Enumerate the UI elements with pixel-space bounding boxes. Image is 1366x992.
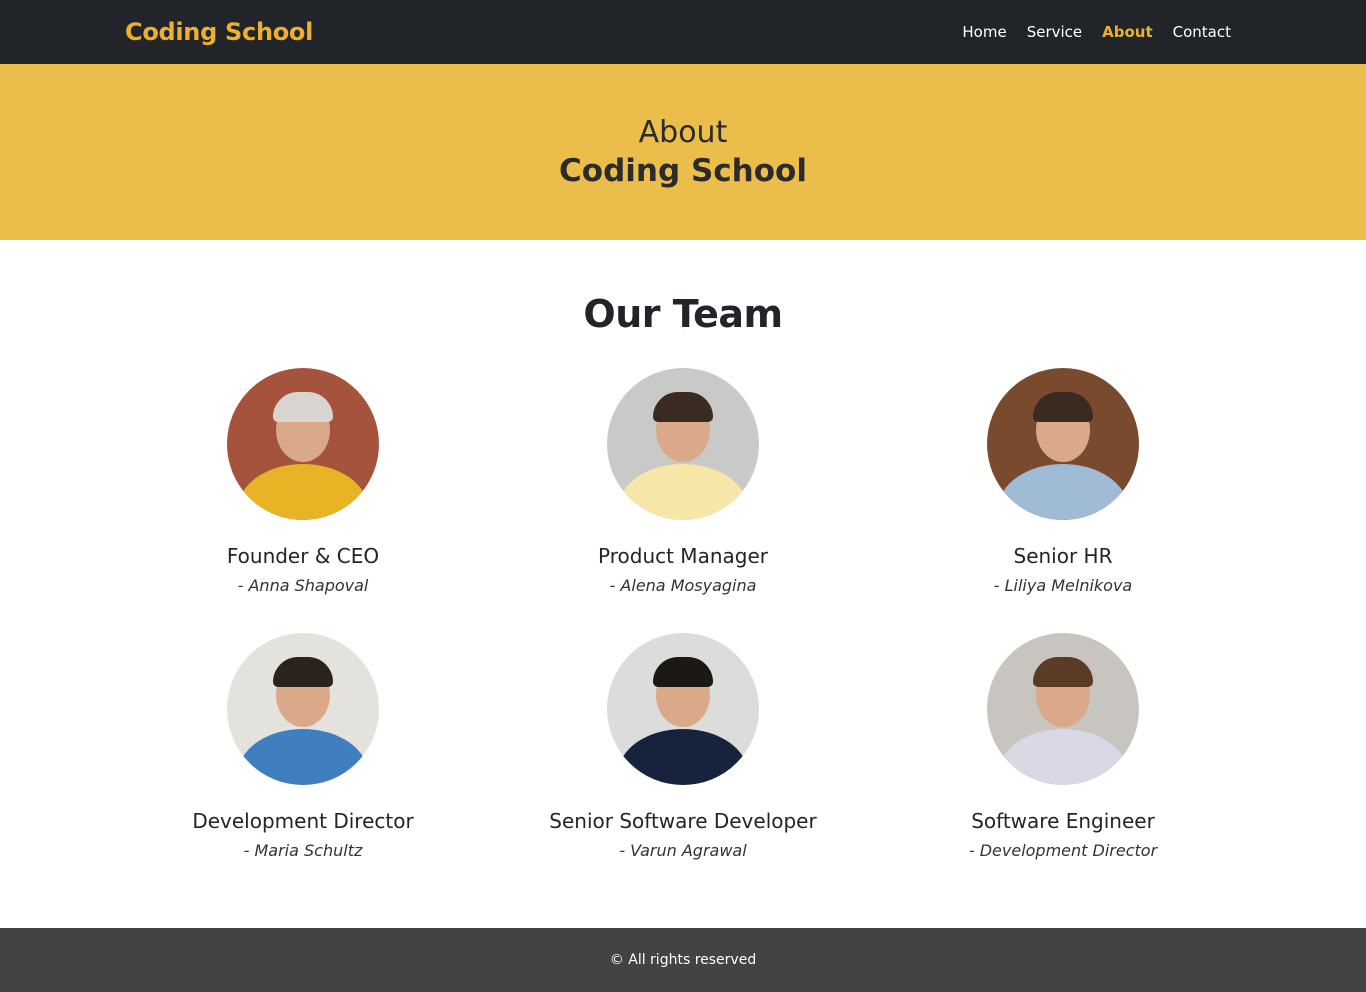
member-role: Founder & CEO [226, 544, 380, 568]
member-role: Software Engineer [971, 809, 1155, 833]
member-photo [607, 633, 759, 785]
member-role: Senior HR [1013, 544, 1113, 568]
member-name: - Anna Shapoval [237, 576, 369, 595]
team-member-card: Development Director - Maria Schultz [113, 633, 493, 860]
member-name: - Development Director [968, 841, 1158, 860]
team-member-card: Software Engineer - Development Director [873, 633, 1253, 860]
member-name: - Maria Schultz [243, 841, 363, 860]
member-role: Senior Software Developer [549, 809, 817, 833]
hero-title-line1: About [638, 115, 728, 150]
team-member-card: Product Manager - Alena Mosyagina [493, 368, 873, 595]
team-title: Our Team [583, 292, 783, 336]
footer-copyright: © All rights reserved [609, 952, 757, 968]
nav-links: Home Service About Contact [962, 23, 1231, 41]
hero-title-line2: Coding School [559, 153, 807, 189]
nav-link-home[interactable]: Home [962, 23, 1006, 41]
team-member-card: Founder & CEO - Anna Shapoval [113, 368, 493, 595]
footer: © All rights reserved [0, 928, 1366, 992]
team-grid: Founder & CEO - Anna Shapoval Product Ma… [0, 368, 1366, 860]
member-role: Product Manager [598, 544, 768, 568]
member-photo [227, 633, 379, 785]
navbar: Coding School Home Service About Contact [0, 0, 1366, 64]
member-name: - Alena Mosyagina [609, 576, 757, 595]
team-member-card: Senior Software Developer - Varun Agrawa… [493, 633, 873, 860]
member-photo [987, 633, 1139, 785]
member-photo [607, 368, 759, 520]
nav-link-about[interactable]: About [1102, 23, 1153, 41]
member-name: - Varun Agrawal [619, 841, 747, 860]
team-member-card: Senior HR - Liliya Melnikova [873, 368, 1253, 595]
member-photo [227, 368, 379, 520]
brand-logo-link[interactable]: Coding School [125, 18, 313, 46]
member-photo [987, 368, 1139, 520]
nav-link-service[interactable]: Service [1027, 23, 1082, 41]
member-name: - Liliya Melnikova [993, 576, 1133, 595]
hero-banner: About Coding School [0, 64, 1366, 240]
team-section: Our Team Founder & CEO - Anna Shapoval P… [0, 240, 1366, 928]
nav-link-contact[interactable]: Contact [1173, 23, 1231, 41]
member-role: Development Director [192, 809, 414, 833]
